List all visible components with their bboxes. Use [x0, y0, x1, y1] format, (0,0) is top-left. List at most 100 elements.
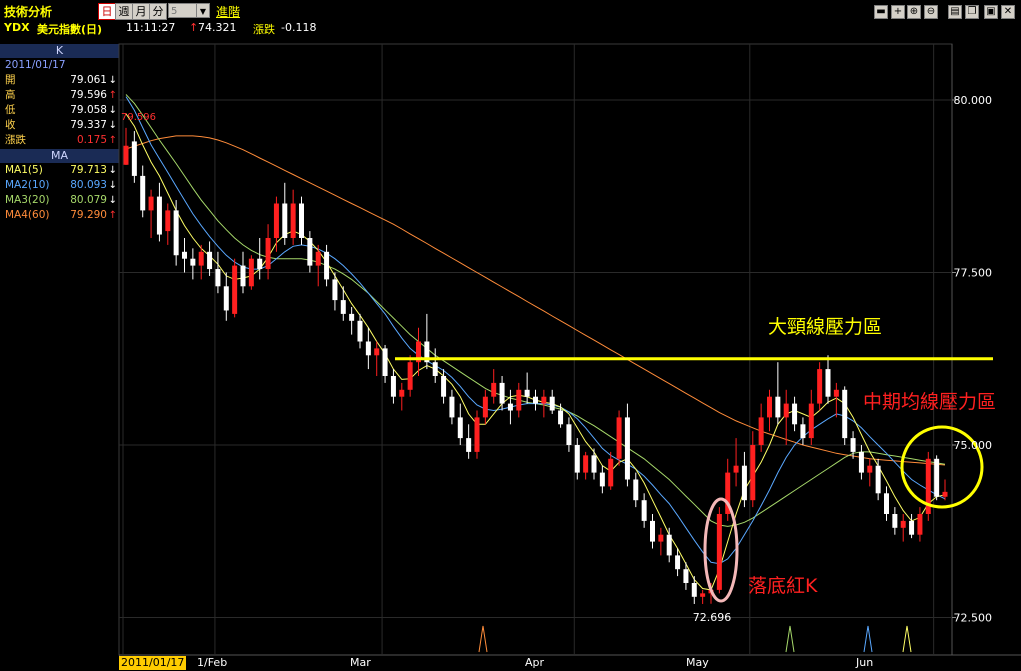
- x-tick-label: Mar: [350, 656, 371, 669]
- candle-down: [591, 455, 597, 473]
- chevron-down-icon[interactable]: ▼: [196, 4, 209, 17]
- zoom-out-icon[interactable]: ⊖: [924, 5, 938, 19]
- k-row: 低 79.058 ↓: [0, 103, 119, 118]
- candle-up: [750, 445, 756, 501]
- low-value-label: 72.696: [693, 611, 732, 624]
- ma-value: 80.079: [70, 194, 107, 206]
- k-value: 79.337: [70, 119, 107, 131]
- candle-down: [340, 300, 346, 314]
- zoom-in-icon[interactable]: ⊕: [907, 5, 921, 19]
- candle-down: [349, 313, 355, 321]
- period-month-button[interactable]: 月: [132, 3, 150, 20]
- candle-down: [909, 520, 915, 535]
- candle-down: [624, 417, 630, 480]
- candle-down: [675, 555, 681, 570]
- candle-up: [290, 203, 296, 238]
- cursor-date-badge: 2011/01/17: [119, 656, 187, 670]
- k-row: 開 79.061 ↓: [0, 73, 119, 88]
- bottom-red-k-ellipse: [703, 497, 739, 603]
- panel-date: 2011/01/17: [5, 59, 66, 71]
- ma-label: MA2(10): [5, 179, 50, 191]
- candle-down: [775, 396, 781, 418]
- y-tick-label: 75.000: [954, 439, 993, 452]
- candle-up: [900, 520, 906, 528]
- candle-up: [867, 465, 873, 473]
- candle-up: [833, 389, 839, 397]
- down-arrow-icon: ↓: [108, 105, 117, 116]
- down-arrow-icon: ↓: [108, 180, 117, 191]
- save-icon[interactable]: ▣: [984, 5, 998, 19]
- candle-up: [399, 389, 405, 397]
- ma-label: MA1(5): [5, 164, 43, 176]
- ma-row: MA3(20) 80.079 ↓: [0, 193, 119, 208]
- candle-up: [716, 514, 722, 590]
- high-value-label: 79.596: [121, 112, 156, 123]
- candle-up: [583, 455, 589, 473]
- candle-down: [466, 438, 472, 452]
- candle-down: [641, 500, 647, 521]
- k-value: 0.175: [76, 134, 107, 146]
- candlestick-chart[interactable]: 大頸線壓力區中期均線壓力區落底紅K 72.696 79.596 72.500 75.0…: [0, 0, 1021, 671]
- candle-down: [182, 251, 187, 259]
- ma-row: MA2(10) 80.093 ↓: [0, 178, 119, 193]
- ma-value: 79.290: [70, 209, 107, 221]
- period-week-button[interactable]: 週: [115, 3, 133, 20]
- advanced-link[interactable]: 進階: [216, 3, 240, 20]
- k-section-header: K: [0, 44, 119, 58]
- candle-down: [499, 382, 505, 404]
- candle-down: [332, 279, 338, 301]
- y-tick-label: 77.500: [954, 267, 993, 280]
- signal-marker-icon: [902, 625, 912, 653]
- k-row: 漲跌 0.175 ↑: [0, 133, 119, 148]
- k-label: 高: [5, 89, 16, 101]
- period-select[interactable]: 5 ▼: [168, 3, 210, 18]
- up-arrow-icon: ↑: [108, 135, 117, 146]
- candle-up: [165, 210, 171, 232]
- candle-up: [817, 369, 823, 404]
- restore-icon[interactable]: ❐: [965, 5, 979, 19]
- mid-ma-annotation: 中期均線壓力區: [863, 391, 996, 413]
- candle-up: [783, 403, 789, 418]
- candle-down: [566, 424, 572, 445]
- period-minute-button[interactable]: 分: [149, 3, 167, 20]
- down-arrow-icon: ↓: [108, 120, 117, 131]
- candle-down: [574, 445, 580, 473]
- ma-row: MA1(5) 79.713 ↓: [0, 163, 119, 178]
- candle-down: [223, 286, 229, 311]
- up-arrow-icon: ↑: [108, 210, 117, 221]
- candle-up: [616, 417, 622, 459]
- plus-icon[interactable]: +: [891, 5, 905, 19]
- candle-up: [516, 389, 522, 411]
- screenshot-icon[interactable]: ▤: [948, 5, 962, 19]
- candle-down: [683, 569, 689, 583]
- candle-down: [156, 196, 162, 235]
- candle-up: [265, 238, 271, 270]
- candle-down: [299, 203, 304, 238]
- ma-label: MA4(60): [5, 209, 50, 221]
- candle-down: [934, 458, 940, 497]
- period-day-button[interactable]: 日: [98, 3, 116, 20]
- candle-down: [875, 465, 881, 494]
- plot-area: [118, 43, 953, 656]
- candle-down: [441, 376, 447, 397]
- candle-down: [190, 258, 196, 266]
- candle-up: [942, 491, 948, 497]
- symbol-code: YDX: [4, 21, 30, 34]
- signal-marker-icon: [785, 625, 795, 653]
- symbol-name: 美元指數(日): [37, 23, 103, 36]
- candle-up: [925, 458, 931, 514]
- down-arrow-icon: ↓: [108, 75, 117, 86]
- close-icon[interactable]: ✕: [1001, 5, 1015, 19]
- candle-up: [482, 396, 488, 418]
- last-price: 74.321: [198, 21, 237, 34]
- candle-down: [282, 203, 288, 238]
- change-value: -0.118: [281, 21, 317, 34]
- candle-up: [374, 348, 380, 356]
- signal-marker-icon: [478, 625, 488, 653]
- candle-up: [725, 472, 731, 514]
- quote-time: 11:11:27: [126, 21, 176, 34]
- period-select-value: 5: [171, 6, 178, 17]
- minimize-icon[interactable]: ▬: [874, 5, 888, 19]
- candle-up: [416, 341, 421, 363]
- candle-down: [240, 265, 246, 287]
